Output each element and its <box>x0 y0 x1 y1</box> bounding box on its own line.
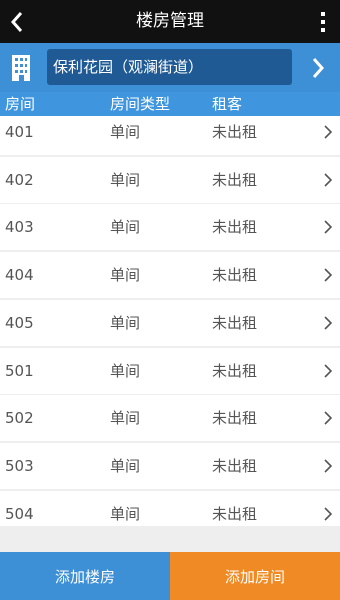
table-row[interactable]: 404 单间 未出租 <box>0 252 340 298</box>
room-type: 单间 <box>110 457 141 475</box>
tenant-status: 未出租 <box>212 123 258 141</box>
page-title: 楼房管理 <box>136 11 204 31</box>
next-building-button[interactable] <box>308 55 328 81</box>
room-type: 单间 <box>110 362 141 380</box>
chevron-right-icon <box>322 348 334 394</box>
column-header-room: 房间 <box>5 95 36 113</box>
more-vertical-icon <box>321 11 325 16</box>
chevron-right-icon <box>322 491 334 526</box>
room-number: 404 <box>5 266 34 284</box>
room-type: 单间 <box>110 266 141 284</box>
room-type: 单间 <box>110 505 141 523</box>
table-row[interactable]: 504 单间 未出租 <box>0 491 340 526</box>
room-type: 单间 <box>110 171 141 189</box>
more-button[interactable] <box>316 0 330 43</box>
chevron-right-icon <box>322 300 334 346</box>
tenant-status: 未出租 <box>212 171 258 189</box>
chevron-right-icon <box>322 395 334 441</box>
room-type: 单间 <box>110 123 141 141</box>
add-room-button[interactable]: 添加房间 <box>170 552 340 600</box>
back-button[interactable] <box>0 0 34 43</box>
tenant-status: 未出租 <box>212 362 258 380</box>
tenant-status: 未出租 <box>212 218 258 236</box>
room-number: 402 <box>5 171 34 189</box>
tenant-status: 未出租 <box>212 409 258 427</box>
building-icon <box>12 55 30 81</box>
room-type: 单间 <box>110 409 141 427</box>
table-row[interactable]: 405 单间 未出租 <box>0 300 340 346</box>
chevron-right-icon <box>322 204 334 250</box>
add-building-button[interactable]: 添加楼房 <box>0 552 170 600</box>
column-header-room-type: 房间类型 <box>110 95 171 113</box>
table-row[interactable]: 503 单间 未出租 <box>0 443 340 489</box>
room-list[interactable]: 401 单间 未出租 402 单间 未出租 403 单间 未出租 404 单间 … <box>0 116 340 526</box>
tenant-status: 未出租 <box>212 314 258 332</box>
chevron-right-icon <box>322 157 334 203</box>
bottom-action-bar: 添加楼房 添加房间 <box>0 552 340 600</box>
chevron-right-icon <box>322 116 334 155</box>
room-number: 401 <box>5 123 34 141</box>
building-name-field[interactable]: 保利花园（观澜街道） <box>47 49 292 85</box>
tenant-status: 未出租 <box>212 505 258 523</box>
room-number: 504 <box>5 505 34 523</box>
tenant-status: 未出租 <box>212 457 258 475</box>
room-number: 405 <box>5 314 34 332</box>
table-row[interactable]: 403 单间 未出租 <box>0 204 340 250</box>
chevron-right-icon <box>322 252 334 298</box>
column-header-tenant: 租客 <box>212 95 243 113</box>
building-selector-bar: 保利花园（观澜街道） <box>0 43 340 92</box>
room-number: 501 <box>5 362 34 380</box>
tenant-status: 未出租 <box>212 266 258 284</box>
chevron-right-icon <box>322 443 334 489</box>
table-header: 房间 房间类型 租客 <box>0 92 340 116</box>
room-type: 单间 <box>110 218 141 236</box>
room-number: 403 <box>5 218 34 236</box>
room-type: 单间 <box>110 314 141 332</box>
chevron-right-icon <box>312 58 325 78</box>
room-number: 503 <box>5 457 34 475</box>
table-row[interactable]: 401 单间 未出租 <box>0 116 340 155</box>
table-row[interactable]: 501 单间 未出租 <box>0 348 340 394</box>
chevron-left-icon <box>10 11 23 32</box>
top-bar: 楼房管理 <box>0 0 340 43</box>
table-row[interactable]: 402 单间 未出租 <box>0 157 340 203</box>
room-number: 502 <box>5 409 34 427</box>
table-row[interactable]: 502 单间 未出租 <box>0 395 340 441</box>
